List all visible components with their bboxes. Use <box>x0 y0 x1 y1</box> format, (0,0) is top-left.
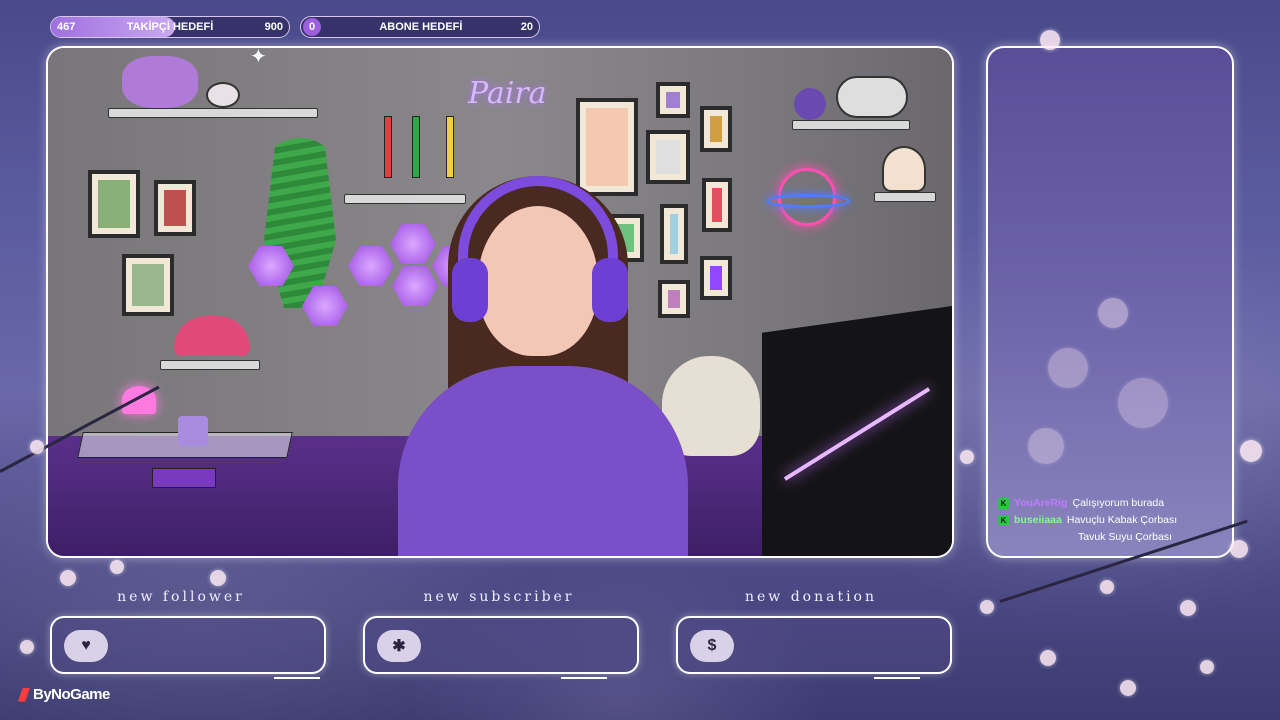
new-donation-title: new donation <box>744 589 878 605</box>
chat-username[interactable]: YouAreRig <box>1014 495 1067 512</box>
wall-picture <box>656 82 690 118</box>
sparkle-icon: ✦ <box>250 46 267 68</box>
divider <box>874 677 920 679</box>
wall-picture <box>576 98 638 196</box>
shelf <box>792 120 910 130</box>
penguin-figure <box>794 88 826 120</box>
candle <box>446 116 454 178</box>
book-stack <box>152 468 216 488</box>
streamer-body <box>398 366 688 556</box>
blossom <box>1098 298 1128 328</box>
headphone-ear-left <box>452 258 488 322</box>
blossom <box>1200 660 1214 674</box>
wall-picture <box>88 170 140 238</box>
blossom <box>1040 30 1060 50</box>
blossom <box>960 450 974 464</box>
bynogame-icon <box>18 687 30 702</box>
new-follower-title: new follower <box>117 589 245 605</box>
twitch-picture <box>700 256 732 300</box>
cat-figure <box>882 146 926 192</box>
subscriber-goal-current: 0 <box>308 21 316 33</box>
blossom <box>1100 580 1114 594</box>
kick-badge-icon: K <box>998 498 1009 509</box>
new-subscriber-title: new subscriber <box>423 589 575 605</box>
blossom <box>1230 540 1248 558</box>
blossom <box>30 440 44 454</box>
wall-picture <box>154 180 196 236</box>
wall-picture <box>700 106 732 152</box>
star-icon: ✱ <box>377 630 421 662</box>
chat-message: K YouAreRig Çalışıyorum burada <box>998 495 1228 512</box>
divider <box>561 677 607 679</box>
shelf <box>160 360 260 370</box>
brand-name: ByNoGame <box>33 686 110 703</box>
blossom <box>110 560 124 574</box>
neon-sign: Paira <box>468 76 547 111</box>
wall-picture <box>646 130 690 184</box>
divider <box>274 677 320 679</box>
wall-picture <box>660 204 688 264</box>
purple-mug <box>178 416 208 446</box>
new-follower-box: ♥ <box>50 616 326 679</box>
blossom <box>1028 428 1064 464</box>
blossom <box>1180 600 1196 616</box>
blossom <box>1118 378 1168 428</box>
candle <box>384 116 392 178</box>
camera-frame: Paira <box>46 46 954 558</box>
brand-logo: ByNoGame <box>18 686 110 703</box>
neon-planet-ring <box>766 194 850 208</box>
chat-text: Tavuk Suyu Çorbası <box>1078 531 1172 543</box>
chat-message: K buseiiaaa Havuçlu Kabak Çorbası <box>998 512 1228 529</box>
chat-panel: K YouAreRig Çalışıyorum burada K buseiia… <box>986 46 1234 558</box>
candle <box>412 116 420 178</box>
chat-text: Havuçlu Kabak Çorbası <box>1066 514 1178 526</box>
donut-illustration <box>206 82 240 108</box>
wall-picture <box>122 254 174 316</box>
follower-goal-label: TAKİPÇİ HEDEFİ <box>126 21 214 33</box>
chat-text: Çalışıyorum burada <box>1072 497 1165 509</box>
shelf <box>874 192 936 202</box>
subscriber-goal-label: ABONE HEDEFİ <box>379 21 463 33</box>
cloud-figure <box>836 76 908 118</box>
subscriber-goal-target: 20 <box>520 21 533 33</box>
chat-username[interactable]: buseiiaaa <box>1014 512 1062 529</box>
shelf <box>108 108 318 118</box>
blossom <box>980 600 994 614</box>
shelf <box>344 194 466 204</box>
blossom <box>1040 650 1056 666</box>
blossom <box>20 640 34 654</box>
follower-goal-bar: 467 TAKİPÇİ HEDEFİ 900 <box>50 16 290 38</box>
follower-goal-target: 900 <box>264 21 283 33</box>
vase-illustration <box>122 56 198 108</box>
new-subscriber-box: ✱ <box>363 616 639 679</box>
blossom <box>210 570 226 586</box>
blossom <box>60 570 76 586</box>
subscriber-goal-bar: 0 ABONE HEDEFİ 20 <box>300 16 540 38</box>
headphone-ear-right <box>592 258 628 322</box>
wall-picture <box>702 178 732 232</box>
follower-goal-current: 467 <box>57 21 76 33</box>
wall-picture <box>658 280 690 318</box>
blossom <box>1240 440 1262 462</box>
new-donation-box: $ <box>676 616 952 679</box>
heart-icon: ♥ <box>64 630 108 662</box>
kick-badge-icon: K <box>998 515 1009 526</box>
blossom <box>1120 680 1136 696</box>
dollar-icon: $ <box>690 630 734 662</box>
blossom <box>1048 348 1088 388</box>
